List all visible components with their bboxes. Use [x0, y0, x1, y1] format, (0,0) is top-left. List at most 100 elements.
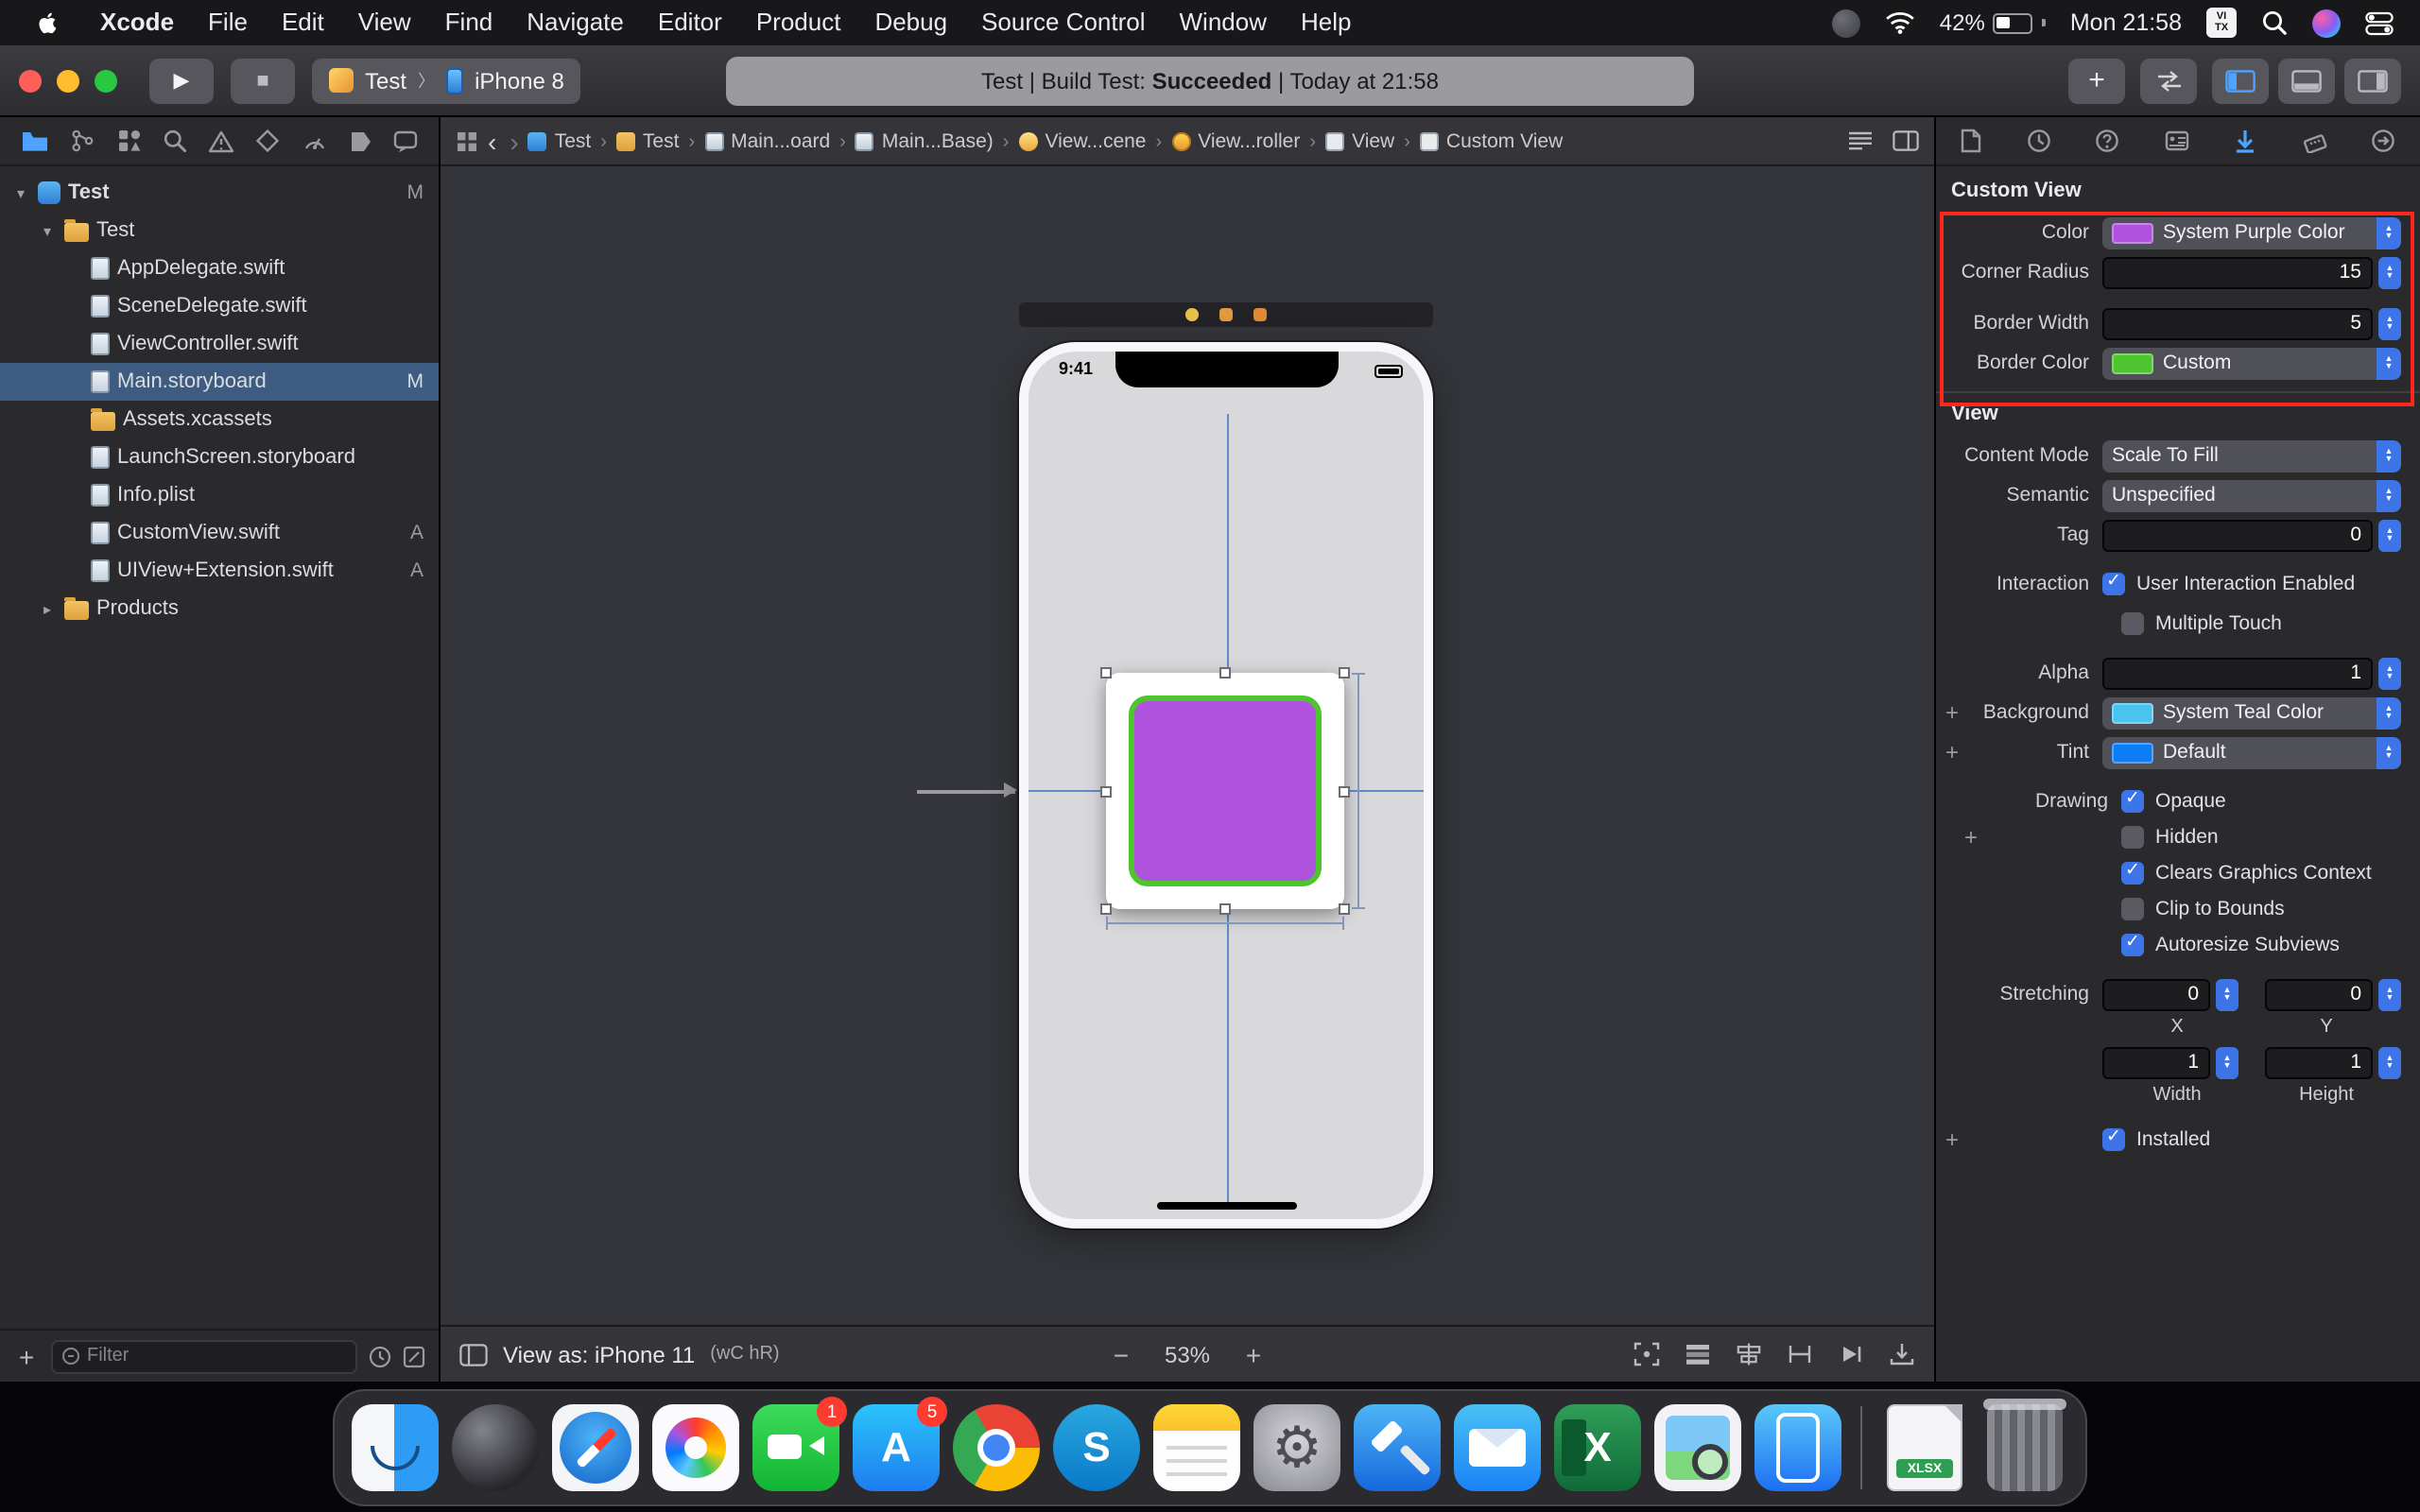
identity-inspector-icon[interactable] — [2164, 129, 2188, 153]
menu-file[interactable]: File — [191, 0, 265, 45]
stretch-x-field[interactable]: 0 — [2102, 978, 2210, 1010]
background-popup[interactable]: System Teal Color — [2102, 696, 2401, 729]
stretch-height-stepper[interactable] — [2378, 1046, 2401, 1078]
stretch-y-stepper[interactable] — [2378, 978, 2401, 1010]
photos-dock-icon[interactable] — [652, 1404, 739, 1491]
scene-dock[interactable] — [1019, 302, 1433, 327]
battery-indicator[interactable]: 42% — [1940, 9, 2046, 36]
back-button[interactable] — [484, 126, 500, 156]
wifi-icon[interactable] — [1885, 11, 1915, 34]
connections-inspector-icon[interactable] — [2371, 129, 2395, 153]
breadcrumb-storyboard[interactable]: Main...oard — [704, 129, 830, 152]
menu-source-control[interactable]: Source Control — [964, 0, 1162, 45]
related-items-icon[interactable] — [456, 129, 478, 152]
stretch-height-field[interactable]: 1 — [2265, 1046, 2373, 1078]
view-as-label[interactable]: View as: iPhone 11 — [503, 1341, 695, 1367]
resize-handle[interactable] — [1100, 667, 1112, 679]
app-store-dock-icon[interactable]: A 5 — [853, 1404, 940, 1491]
breadcrumb-storyboard-base[interactable]: Main...Base) — [856, 129, 994, 152]
menu-find[interactable]: Find — [428, 0, 510, 45]
tree-row-file-selected[interactable]: Main.storyboard M — [0, 363, 439, 401]
stretch-y-field[interactable]: 0 — [2265, 978, 2373, 1010]
xlsx-file-dock-icon[interactable]: XLSX — [1887, 1404, 1962, 1491]
breadcrumb-project[interactable]: Test — [528, 129, 592, 152]
apple-menu-icon[interactable] — [19, 9, 78, 36]
stretch-width-field[interactable]: 1 — [2102, 1046, 2210, 1078]
clip-to-bounds-checkbox[interactable] — [2121, 898, 2144, 920]
tree-row-file[interactable]: ViewController.swift — [0, 325, 439, 363]
spotlight-icon[interactable] — [2261, 9, 2288, 36]
quick-help-inspector-icon[interactable] — [2095, 129, 2119, 153]
zoom-in-button[interactable] — [1240, 1339, 1267, 1369]
xcode-dock-icon[interactable] — [1354, 1404, 1441, 1491]
resolve-autolayout-icon[interactable] — [1838, 1342, 1864, 1366]
add-file-button[interactable] — [13, 1341, 40, 1371]
disclosure-chevron-icon[interactable] — [11, 184, 30, 201]
corner-radius-field[interactable]: 15 — [2102, 256, 2373, 288]
add-constraints-icon[interactable] — [1787, 1342, 1813, 1366]
creative-cloud-icon[interactable] — [1832, 9, 1860, 37]
alpha-stepper[interactable] — [2378, 657, 2401, 689]
library-button[interactable] — [2068, 58, 2125, 103]
align-icon[interactable] — [1736, 1342, 1762, 1366]
tree-row-file[interactable]: Info.plist — [0, 476, 439, 514]
report-navigator-icon[interactable] — [393, 129, 418, 152]
resize-handle[interactable] — [1219, 667, 1231, 679]
menu-window[interactable]: Window — [1163, 0, 1285, 45]
tint-popup[interactable]: Default — [2102, 736, 2401, 768]
issue-navigator-icon[interactable] — [208, 129, 234, 152]
tree-row-products[interactable]: Products — [0, 590, 439, 627]
activity-viewer[interactable]: Test | Build Test: Succeeded | Today at … — [726, 57, 1694, 106]
menu-navigate[interactable]: Navigate — [510, 0, 641, 45]
simulator-dock-icon[interactable] — [1754, 1404, 1841, 1491]
zoom-to-selection-icon[interactable] — [1634, 1342, 1660, 1366]
autoresize-checkbox[interactable] — [2121, 934, 2144, 956]
menu-edit[interactable]: Edit — [265, 0, 341, 45]
scm-status-filter-icon[interactable] — [403, 1345, 425, 1367]
alpha-field[interactable]: 1 — [2102, 657, 2373, 689]
multiple-touch-checkbox[interactable] — [2121, 612, 2144, 635]
embed-in-stack-icon[interactable] — [1685, 1342, 1711, 1366]
scheme-selector[interactable]: Test 〉 iPhone 8 — [312, 58, 581, 103]
find-navigator-icon[interactable] — [163, 129, 187, 153]
device-bezels-icon[interactable] — [459, 1343, 488, 1366]
breakpoint-navigator-icon[interactable] — [348, 129, 372, 152]
stretch-x-stepper[interactable] — [2216, 978, 2238, 1010]
menu-editor[interactable]: Editor — [641, 0, 739, 45]
add-variation-button[interactable]: + — [1945, 699, 1959, 726]
opaque-checkbox[interactable] — [2121, 790, 2144, 813]
content-mode-popup[interactable]: Scale To Fill — [2102, 439, 2401, 472]
device-screen[interactable]: 9:41 — [1028, 352, 1424, 1219]
symbol-navigator-icon[interactable] — [116, 129, 141, 153]
tree-row-project[interactable]: Test M — [0, 174, 439, 212]
mail-dock-icon[interactable] — [1454, 1404, 1541, 1491]
tree-row-file[interactable]: LaunchScreen.storyboard — [0, 438, 439, 476]
facetime-dock-icon[interactable]: 1 — [752, 1404, 839, 1491]
resize-handle[interactable] — [1219, 903, 1231, 915]
code-review-button[interactable] — [2140, 58, 2197, 103]
excel-dock-icon[interactable]: X — [1554, 1404, 1641, 1491]
trash-dock-icon[interactable] — [1987, 1404, 2063, 1491]
view-controller-icon[interactable] — [1185, 308, 1199, 321]
menu-xcode[interactable]: Xcode — [78, 0, 191, 45]
resize-handle[interactable] — [1339, 667, 1350, 679]
inspector-toggle-button[interactable] — [2344, 58, 2401, 103]
run-button[interactable] — [149, 58, 214, 103]
resize-handle[interactable] — [1100, 903, 1112, 915]
system-preferences-dock-icon[interactable] — [1253, 1404, 1340, 1491]
border-width-stepper[interactable] — [2378, 307, 2401, 339]
attributes-inspector-icon[interactable] — [2233, 129, 2257, 153]
debug-area-toggle-button[interactable] — [2278, 58, 2335, 103]
skype-dock-icon[interactable]: S — [1053, 1404, 1140, 1491]
tag-stepper[interactable] — [2378, 519, 2401, 551]
file-inspector-icon[interactable] — [1961, 129, 1981, 153]
chrome-dock-icon[interactable] — [953, 1404, 1040, 1491]
navigator-toggle-button[interactable] — [2212, 58, 2269, 103]
input-source-icon[interactable]: VI TX — [2206, 8, 2237, 38]
tree-row-file[interactable]: SceneDelegate.swift — [0, 287, 439, 325]
tree-row-file[interactable]: UIView+Extension.swift A — [0, 552, 439, 590]
breadcrumb-view-controller[interactable]: View...roller — [1171, 129, 1300, 152]
border-color-popup[interactable]: Custom — [2102, 347, 2401, 379]
breadcrumb-custom-view[interactable]: Custom View — [1420, 129, 1563, 152]
first-responder-icon[interactable] — [1219, 308, 1233, 321]
